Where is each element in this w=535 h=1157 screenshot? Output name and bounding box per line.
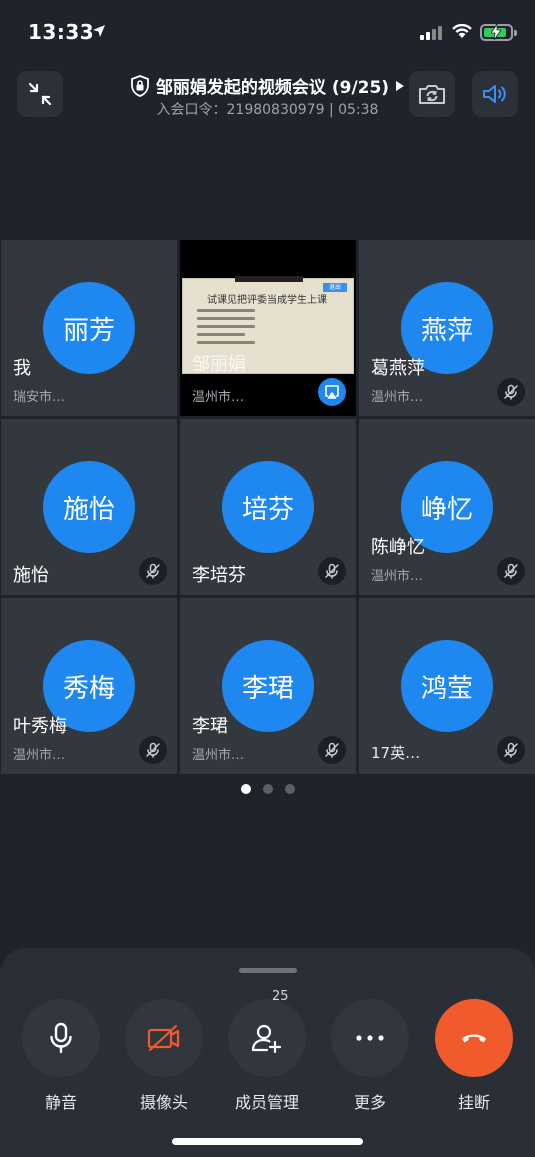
camera-off-icon [147, 1024, 180, 1052]
participant-name: 施怡 [13, 565, 49, 586]
mic-muted-badge [139, 557, 167, 585]
participant-name: 邹丽娟 [192, 354, 246, 375]
page-dot[interactable] [284, 784, 295, 794]
participant-tile[interactable]: 李珺 李珺 温州市… [180, 598, 356, 774]
participant-location: 温州市… [192, 390, 245, 405]
speaker-volume-icon [483, 85, 506, 103]
page-dot[interactable] [262, 784, 273, 794]
participant-name: 陈峥忆 [371, 537, 425, 558]
hangup-button[interactable]: 挂断 [434, 999, 514, 1113]
member-count-badge: 25 [272, 989, 289, 1004]
participant-name: 李培芬 [192, 565, 246, 586]
mic-muted-icon [146, 742, 160, 758]
participant-tile[interactable]: 秀梅 叶秀梅 温州市… [1, 598, 177, 774]
mic-muted-badge [497, 378, 525, 406]
mute-label: 静音 [44, 1093, 77, 1112]
participant-location: 温州市… [371, 569, 424, 584]
status-bar: 13:33 [0, 0, 535, 60]
participant-name: 葛燕萍 [371, 358, 425, 379]
status-time: 13:33 [28, 20, 95, 44]
camera-label: 摄像头 [139, 1093, 188, 1112]
participant-tile[interactable]: 丽芳 我 瑞安市… [1, 240, 177, 416]
participant-name: 我 [13, 358, 31, 379]
mic-muted-icon [146, 563, 160, 579]
page-dot[interactable] [240, 784, 251, 794]
participant-location: 17英… [371, 744, 421, 762]
shared-screen-tile[interactable]: 退出 试课见把评委当成学生上课 邹丽娟 温州市… [180, 240, 356, 416]
security-shield-icon [131, 74, 149, 97]
hangup-phone-icon [462, 1034, 486, 1043]
cellular-signal-icon [420, 26, 442, 40]
battery-charging-icon [480, 24, 517, 41]
slide-toolbar [235, 276, 303, 282]
participant-tile[interactable]: 施怡 施怡 [1, 419, 177, 595]
participant-tile[interactable]: 培芬 李培芬 [180, 419, 356, 595]
avatar: 培芬 [222, 461, 314, 553]
mic-muted-badge [318, 557, 346, 585]
participant-tile[interactable]: 燕萍 葛燕萍 温州市… [359, 240, 535, 416]
control-panel: 静音 摄像头 25 成员管理 更多 挂断 [0, 948, 535, 1157]
speaker-button[interactable] [472, 71, 518, 117]
switch-camera-button[interactable] [409, 71, 455, 117]
mic-muted-badge [497, 557, 525, 585]
mic-muted-icon [504, 384, 518, 400]
location-arrow-icon [93, 25, 105, 37]
wifi-icon [452, 23, 472, 38]
more-button[interactable]: 更多 [330, 999, 410, 1113]
more-label: 更多 [353, 1093, 386, 1112]
mic-muted-icon [504, 742, 518, 758]
home-indicator[interactable] [172, 1138, 363, 1145]
members-button[interactable]: 25 成员管理 [227, 989, 307, 1113]
participant-tile[interactable]: 鸿莹 17英… [359, 598, 535, 774]
mic-muted-badge [139, 736, 167, 764]
avatar: 鸿莹 [401, 640, 493, 732]
mic-muted-badge [318, 736, 346, 764]
participant-tile[interactable]: 峥忆 陈峥忆 温州市… [359, 419, 535, 595]
participant-name: 李珺 [192, 716, 228, 737]
mic-muted-icon [325, 563, 339, 579]
slide-title: 试课见把评委当成学生上课 [207, 295, 327, 306]
participant-name: 叶秀梅 [13, 716, 67, 737]
more-dots-icon [356, 1035, 384, 1041]
mic-muted-badge [497, 736, 525, 764]
participant-grid: 丽芳 我 瑞安市… 退出 试课见把评委当成学生上课 邹丽娟 温州市… 燕萍 葛燕… [0, 240, 535, 774]
microphone-icon [50, 1022, 72, 1054]
meeting-title: 邹丽娟发起的视频会议 (9/25) [155, 78, 390, 98]
drag-handle[interactable] [239, 968, 297, 973]
mic-muted-icon [325, 742, 339, 758]
participant-location: 温州市… [192, 748, 245, 763]
screen-share-icon [325, 385, 339, 399]
slide-bullet-lines [197, 309, 255, 349]
play-triangle-icon [396, 80, 405, 91]
member-add-icon [251, 1024, 282, 1053]
hangup-label: 挂断 [457, 1093, 490, 1112]
participant-location: 瑞安市… [13, 390, 66, 405]
screen-share-badge [318, 378, 346, 406]
members-label: 成员管理 [234, 1093, 299, 1112]
avatar: 丽芳 [43, 282, 135, 374]
mic-muted-icon [504, 563, 518, 579]
camera-switch-icon [419, 85, 445, 104]
camera-button[interactable]: 摄像头 [124, 999, 204, 1113]
mute-button[interactable]: 静音 [21, 999, 101, 1113]
avatar: 施怡 [43, 461, 135, 553]
participant-location: 温州市… [13, 748, 66, 763]
avatar: 李珺 [222, 640, 314, 732]
page-indicator[interactable] [0, 784, 535, 794]
participant-location: 温州市… [371, 390, 424, 405]
